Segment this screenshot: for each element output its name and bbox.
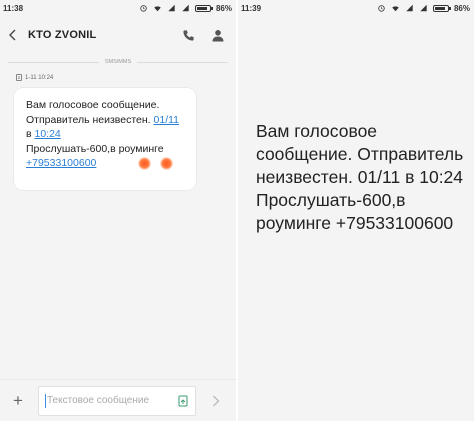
thread-header: KTO ZVONIL (0, 16, 236, 54)
message-timestamp: 1-11 10:24 (25, 74, 54, 81)
redaction-blob (138, 157, 151, 170)
battery-icon (432, 4, 451, 12)
status-bar: 11:39 86% (238, 0, 474, 16)
wifi-icon (154, 6, 161, 12)
attach-icon[interactable] (177, 395, 189, 407)
sms-mms-divider: SMS/MMS (8, 59, 228, 65)
sim-icon: 2 (16, 74, 22, 81)
plus-icon[interactable]: + (8, 391, 28, 411)
message-bubble[interactable]: Вам голосовое сообщение. Отправитель неи… (14, 88, 196, 190)
battery-percent: 86% (215, 3, 232, 13)
phone-icon[interactable] (180, 27, 196, 43)
message-fullscreen-view: 11:39 86% Вам голосовое сообщение. Отпра… (238, 0, 474, 421)
signal-icon (420, 4, 427, 12)
signal-icon (182, 4, 189, 12)
message-full-text[interactable]: Вам голосовое сообщение. Отправитель неи… (256, 120, 468, 235)
wifi-icon (392, 6, 399, 12)
time-link[interactable]: 10:24 (35, 128, 61, 140)
message-input[interactable] (47, 395, 177, 406)
battery-fill (434, 6, 446, 10)
signal-icon (406, 4, 413, 12)
back-arrow-icon[interactable] (8, 28, 22, 42)
message-meta: 2 1-11 10:24 (16, 74, 236, 81)
divider-label: SMS/MMS (104, 59, 132, 65)
message-text: в (26, 128, 35, 140)
battery-fill (196, 6, 208, 10)
message-text: Прослушать-600,в роуминге (26, 142, 164, 155)
message-text: Вам голосовое сообщение. Отправитель неи… (26, 99, 160, 126)
alarm-icon (378, 5, 385, 12)
text-caret (45, 393, 46, 408)
phone-link[interactable]: +79533100600 (26, 157, 96, 169)
contact-icon[interactable] (210, 27, 226, 43)
contact-title: KTO ZVONIL (28, 29, 97, 41)
date-link[interactable]: 01/11 (154, 114, 180, 126)
send-icon[interactable] (206, 395, 226, 407)
alarm-icon (140, 5, 147, 12)
sms-thread-screen: 11:38 86% KTO ZVONIL SMS/MMS 2 1-11 10:2… (0, 0, 236, 421)
status-bar: 11:38 86% (0, 0, 236, 16)
status-time: 11:38 (3, 3, 24, 13)
composer-bar: + (0, 379, 236, 421)
redaction-blob (160, 157, 173, 170)
battery-percent: 86% (453, 3, 470, 13)
message-input-box[interactable] (38, 385, 196, 416)
battery-icon (194, 4, 213, 12)
signal-icon (168, 4, 175, 12)
status-time: 11:39 (241, 3, 262, 13)
